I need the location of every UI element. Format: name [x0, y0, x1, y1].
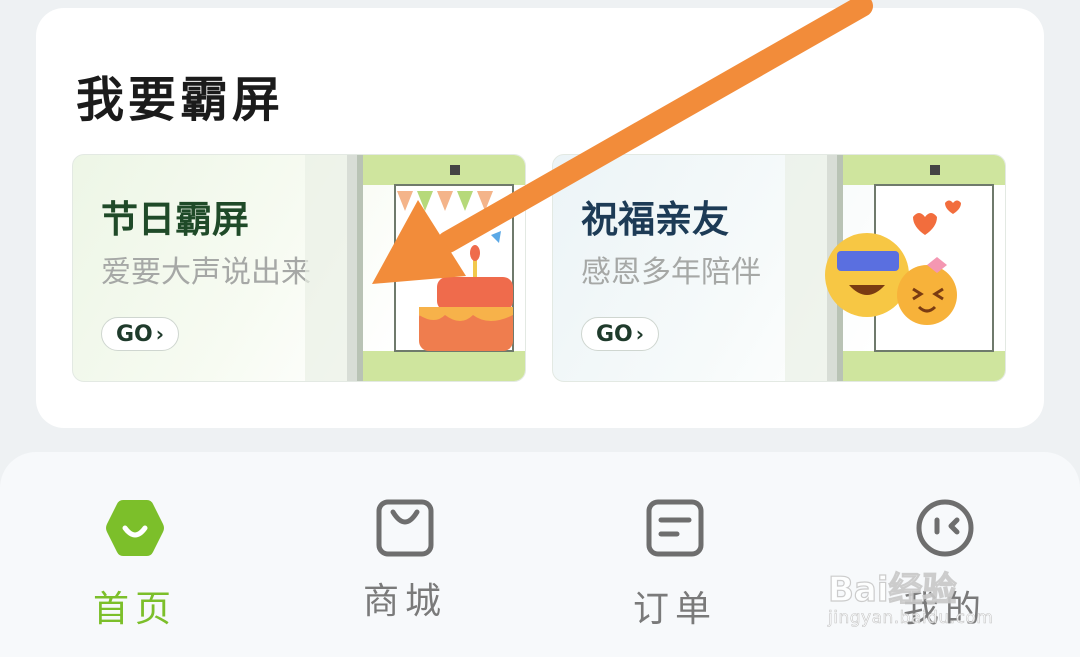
tab-profile[interactable]: 我的	[845, 452, 1045, 657]
go-button[interactable]: GO ›	[581, 317, 659, 351]
section-title: 我要霸屏	[76, 72, 285, 128]
chevron-right-icon: ›	[155, 322, 164, 346]
shopping-bag-icon	[376, 499, 434, 557]
cake-screen-illustration	[305, 155, 525, 381]
section-card: 我要霸屏 节日霸屏 爱要大声说出来 GO › 祝福亲友 感恩多年陪伴 GO ›	[36, 8, 1044, 428]
holiday-screen-card[interactable]: 节日霸屏 爱要大声说出来 GO ›	[72, 154, 526, 382]
go-label: GO	[115, 321, 153, 347]
bottom-tab-bar: 首页 商城 订单 我的	[0, 452, 1080, 657]
tab-home[interactable]: 首页	[35, 452, 235, 657]
tab-label: 我的	[902, 589, 987, 630]
tab-label: 首页	[92, 589, 177, 630]
profile-icon	[916, 499, 974, 557]
tab-mall[interactable]: 商城	[305, 452, 505, 657]
card-subtitle: 爱要大声说出来	[101, 255, 311, 290]
tab-label: 订单	[632, 589, 717, 630]
card-title: 祝福亲友	[581, 198, 729, 241]
home-icon	[106, 500, 164, 556]
order-icon	[646, 499, 704, 557]
card-subtitle: 感恩多年陪伴	[581, 255, 761, 290]
tab-label: 商城	[362, 581, 447, 622]
go-button[interactable]: GO ›	[101, 317, 179, 351]
card-title: 节日霸屏	[101, 198, 249, 241]
tab-orders[interactable]: 订单	[575, 452, 775, 657]
bless-friends-card[interactable]: 祝福亲友 感恩多年陪伴 GO ›	[552, 154, 1006, 382]
emoji-screen-illustration	[785, 155, 1005, 381]
chevron-right-icon: ›	[635, 322, 644, 346]
go-label: GO	[595, 321, 633, 347]
